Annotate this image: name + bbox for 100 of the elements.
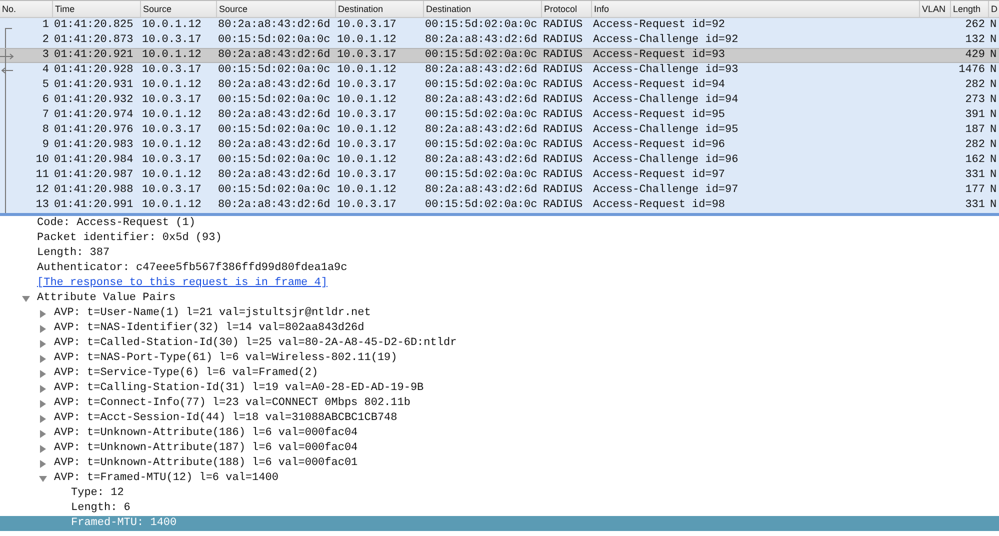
tree-row[interactable]: Code: Access-Request (1)	[0, 216, 999, 231]
table-cell-text: RADIUS	[542, 63, 584, 78]
table-cell-text: 00:15:5d:02:0a:0c	[217, 183, 332, 198]
table-cell-text: 162	[964, 153, 986, 168]
table-cell-text: Access-Challenge id=97	[592, 183, 740, 198]
tree-item-text: Code: Access-Request (1)	[37, 217, 196, 229]
triangle-right-icon[interactable]	[39, 310, 47, 318]
table-cell-text: 10.0.3.17	[336, 198, 398, 213]
table-cell-text: 80:2a:a8:43:d2:6d	[424, 33, 538, 48]
tree-row[interactable]: Attribute Value Pairs	[0, 291, 999, 306]
packet-row[interactable]: 4 01:41:20.928 10.0.3.17 00:15:5d:02:0a:0c 10.0.1.12 80:2a:a8:43:d2:6d RADIUS Access-Challenge id=93 1476 N	[0, 63, 999, 78]
column-header[interactable]: No.	[0, 1, 52, 17]
table-cell-text: 01:41:20.976	[53, 123, 134, 138]
table-cell-text: Access-Request id=94	[592, 78, 726, 93]
triangle-right-icon[interactable]	[39, 445, 47, 453]
tree-row[interactable]: AVP: t=Unknown-Attribute(188) l=6 val=000fac01	[0, 456, 999, 471]
table-cell-text: N	[989, 108, 998, 123]
tree-item-text: Packet identifier: 0x5d (93)	[37, 232, 222, 244]
table-cell-text: 80:2a:a8:43:d2:6d	[424, 123, 538, 138]
table-cell-text: RADIUS	[542, 108, 584, 123]
triangle-down-icon[interactable]	[39, 475, 47, 483]
triangle-right-icon[interactable]	[39, 355, 47, 363]
table-cell-text: 80:2a:a8:43:d2:6d	[424, 93, 538, 108]
table-cell-text: 01:41:20.931	[53, 78, 134, 93]
table-cell-text: 01:41:20.974	[53, 108, 134, 123]
triangle-right-icon[interactable]	[39, 325, 47, 333]
table-cell-text: 00:15:5d:02:0a:0c	[424, 108, 538, 123]
triangle-down-icon[interactable]	[22, 295, 30, 303]
table-cell-text: 80:2a:a8:43:d2:6d	[217, 108, 332, 123]
frame-link[interactable]: [The response to this request is in frame 4]	[37, 277, 328, 289]
table-cell-text: N	[989, 18, 998, 33]
tree-row[interactable]: Type: 12	[0, 486, 999, 501]
table-cell-text: 10.0.1.12	[336, 183, 398, 198]
column-header[interactable]: Source	[216, 1, 335, 17]
tree-row[interactable]: Authenticator: c47eee5fb567f386ffd99d80fdea1a9c	[0, 261, 999, 276]
table-cell-text: 10.0.1.12	[336, 93, 398, 108]
table-cell-text: Access-Challenge id=93	[592, 63, 740, 78]
triangle-right-icon[interactable]	[39, 400, 47, 408]
table-cell-text: 331	[964, 198, 986, 213]
tree-item-text: AVP: t=NAS-Identifier(32) l=14 val=802aa843d26d	[54, 322, 364, 334]
table-cell-text: 10.0.1.12	[336, 123, 398, 138]
table-cell-text: 80:2a:a8:43:d2:6d	[424, 153, 538, 168]
packet-row[interactable]: 3 01:41:20.921 10.0.1.12 80:2a:a8:43:d2:6d 10.0.3.17 00:15:5d:02:0a:0c RADIUS Access-Request id=93 429 N	[0, 48, 999, 63]
tree-row[interactable]: Length: 6	[0, 501, 999, 516]
column-header[interactable]: VLAN	[919, 1, 950, 17]
table-cell-text: 10.0.3.17	[141, 123, 202, 138]
tree-row[interactable]: AVP: t=Called-Station-Id(30) l=25 val=80-2A-A8-45-D2-6D:ntldr	[0, 336, 999, 351]
table-cell-text: 10.0.3.17	[141, 183, 202, 198]
table-cell-text: Access-Challenge id=96	[592, 153, 740, 168]
tree-item-text: AVP: t=Acct-Session-Id(44) l=18 val=31088ABCBC1CB748	[54, 412, 398, 424]
column-header[interactable]: Destination	[335, 1, 423, 17]
tree-item-text: AVP: t=Connect-Info(77) l=23 val=CONNECT 0Mbps 802.11b	[54, 397, 410, 409]
table-cell-text: 80:2a:a8:43:d2:6d	[217, 49, 332, 62]
triangle-right-icon[interactable]	[39, 385, 47, 393]
tree-row[interactable]: Length: 387	[0, 246, 999, 261]
table-cell-text: Access-Request id=98	[592, 198, 726, 213]
column-header[interactable]: Time	[52, 1, 140, 17]
tree-item-text: AVP: t=Framed-MTU(12) l=6 val=1400	[54, 472, 278, 484]
column-header[interactable]: Source	[140, 1, 216, 17]
tree-item-text: Length: 6	[71, 502, 130, 514]
table-cell-text: 01:41:20.928	[53, 63, 134, 78]
column-header[interactable]: Info	[591, 1, 919, 17]
table-cell-text: 10.0.1.12	[336, 33, 398, 48]
table-cell-text: 00:15:5d:02:0a:0c	[424, 78, 538, 93]
table-cell-text: 13	[34, 198, 50, 213]
column-header[interactable]: Protocol	[541, 1, 591, 17]
tree-item-text: AVP: t=Unknown-Attribute(186) l=6 val=000fac04	[54, 427, 358, 439]
column-header[interactable]: D	[988, 1, 999, 17]
tree-row[interactable]: AVP: t=Service-Type(6) l=6 val=Framed(2)	[0, 366, 999, 381]
triangle-right-icon[interactable]	[39, 340, 47, 348]
table-cell-text: 80:2a:a8:43:d2:6d	[217, 198, 332, 213]
tree-row[interactable]: AVP: t=Unknown-Attribute(186) l=6 val=000fac04	[0, 426, 999, 441]
triangle-right-icon[interactable]	[39, 415, 47, 423]
tree-row[interactable]: [The response to this request is in frame 4]	[0, 276, 999, 291]
tree-row[interactable]: AVP: t=Framed-MTU(12) l=6 val=1400	[0, 471, 999, 486]
column-header[interactable]: Destination	[423, 1, 541, 17]
table-cell-text: RADIUS	[542, 33, 584, 48]
tree-row[interactable]: AVP: t=NAS-Port-Type(61) l=6 val=Wireless-802.11(19)	[0, 351, 999, 366]
triangle-right-icon[interactable]	[39, 460, 47, 468]
column-header[interactable]: Length	[950, 1, 988, 17]
triangle-right-icon[interactable]	[39, 430, 47, 438]
table-cell-text: 6	[41, 93, 50, 108]
table-cell-text: 10.0.1.12	[141, 18, 202, 33]
tree-row[interactable]: AVP: t=User-Name(1) l=21 val=jstultsjr@ntldr.net	[0, 306, 999, 321]
table-cell-text: 10.0.1.12	[141, 168, 202, 183]
table-cell-text: RADIUS	[542, 18, 584, 33]
table-cell-text: 01:41:20.932	[53, 93, 134, 108]
table-cell-text: N	[989, 153, 998, 168]
tree-row[interactable]: AVP: t=Calling-Station-Id(31) l=19 val=A0-28-ED-AD-19-9B	[0, 381, 999, 396]
tree-row[interactable]: AVP: t=Connect-Info(77) l=23 val=CONNECT 0Mbps 802.11b	[0, 396, 999, 411]
table-cell-text: 10.0.3.17	[336, 49, 398, 62]
table-cell-text: 132	[964, 33, 986, 48]
tree-row[interactable]: AVP: t=Acct-Session-Id(44) l=18 val=31088ABCBC1CB748	[0, 411, 999, 426]
table-cell-text: 00:15:5d:02:0a:0c	[217, 153, 332, 168]
triangle-right-icon[interactable]	[39, 370, 47, 378]
tree-row[interactable]: Packet identifier: 0x5d (93)	[0, 231, 999, 246]
left-arrow-icon	[0, 63, 16, 78]
table-cell-text: Access-Challenge id=92	[592, 33, 740, 48]
tree-row[interactable]: AVP: t=Unknown-Attribute(187) l=6 val=000fac04	[0, 441, 999, 456]
tree-row[interactable]: AVP: t=NAS-Identifier(32) l=14 val=802aa843d26d	[0, 321, 999, 336]
